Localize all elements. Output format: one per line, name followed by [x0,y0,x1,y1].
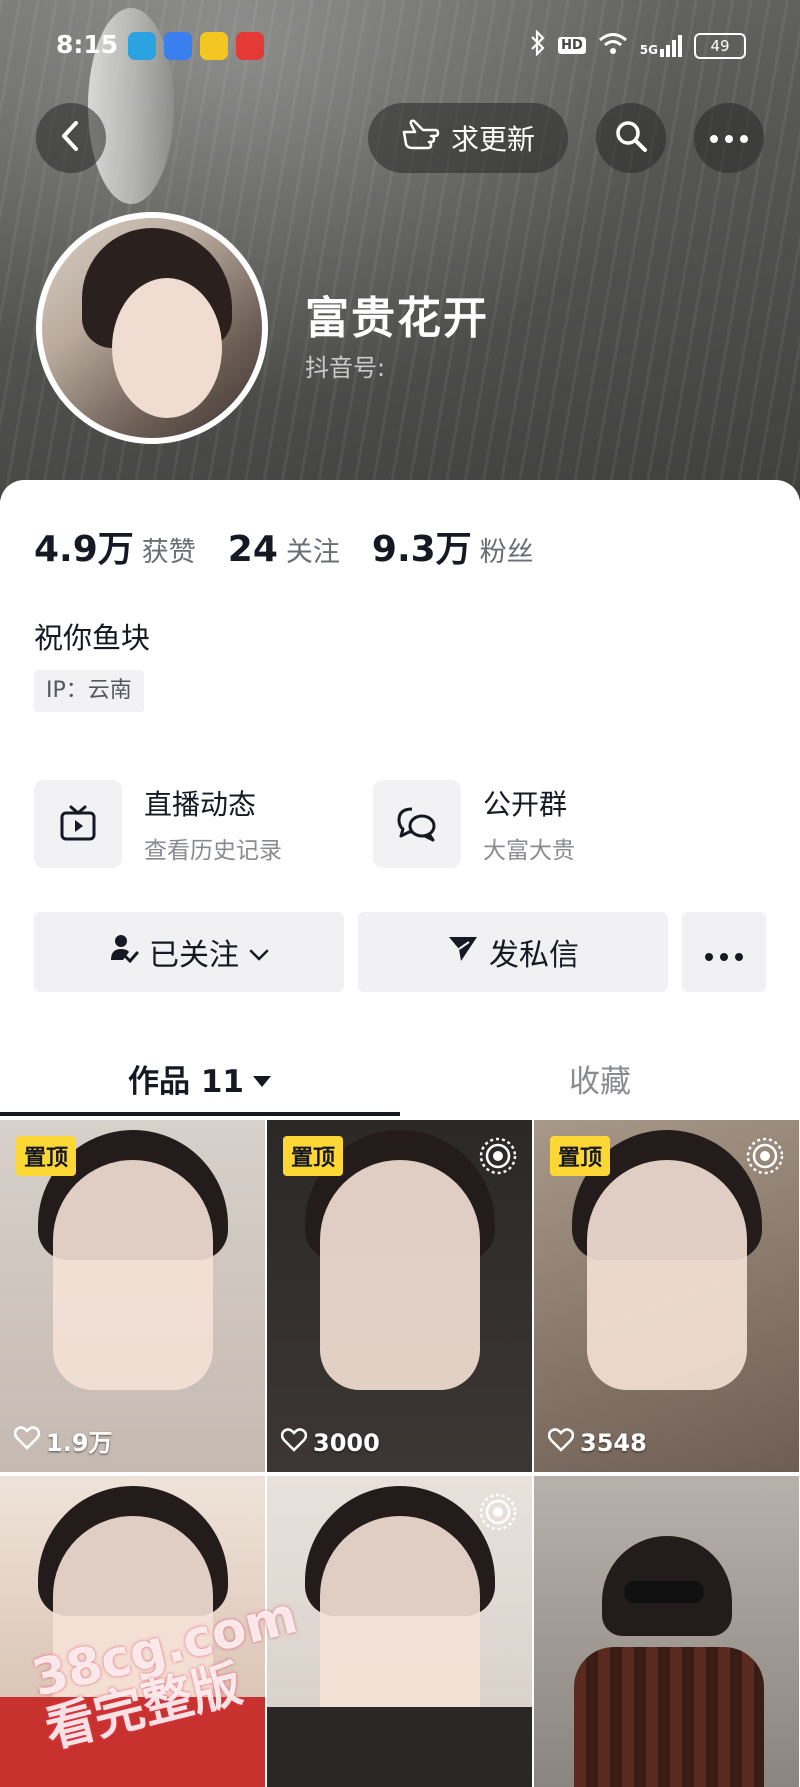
video-likes: 3548 [547,1428,647,1458]
profile-nickname: 富贵花开 [305,293,489,344]
status-bar: 8:15 HD 5G 49 [0,0,800,92]
patterned-sweater-shape [574,1647,764,1787]
video-tile[interactable] [534,1476,799,1787]
request-update-label: 求更新 [450,123,535,156]
video-likes: 1.9万 [13,1423,113,1458]
user-check-icon [109,933,139,971]
thumbnail-face-shape [319,1160,480,1390]
wifi-icon [598,31,628,60]
tab-works[interactable]: 作品 11 [0,1040,400,1116]
feature-group-text: 公开群 大富大贵 [483,783,575,865]
tv-icon [34,780,122,868]
feature-live-text: 直播动态 查看历史记录 [144,783,282,865]
send-message-label: 发私信 [489,938,579,973]
ip-location-tag: IP：云南 [34,670,144,712]
dark-sweater-shape [267,1707,532,1787]
pinned-badge: 置顶 [16,1136,77,1176]
content-tabs: 作品 11 收藏 [0,1040,800,1120]
avatar[interactable] [36,212,268,444]
heart-outline-icon [547,1428,575,1458]
bluetooth-icon [530,29,546,61]
feature-live-title: 直播动态 [144,788,257,821]
tab-favorites-label: 收藏 [569,1063,631,1100]
feature-group-title: 公开群 [483,788,568,821]
video-likes-count: 3548 [580,1429,647,1457]
more-actions-button[interactable] [682,912,766,992]
feature-group-subtitle: 大富大贵 [483,838,575,864]
live-photo-icon [478,1136,518,1176]
caret-down-icon [252,1060,272,1096]
blue-app-icon [164,32,192,60]
heart-outline-icon [280,1428,308,1458]
stat-following-label: 关注 [285,537,340,568]
stat-following-value: 24 [227,529,278,570]
live-photo-icon [478,1492,518,1532]
status-indicators: HD 5G 49 [530,29,746,61]
video-likes-count: 1.9万 [46,1429,113,1457]
sunglasses-shape [624,1581,704,1603]
profile-page: 8:15 HD 5G 49 求更新 富贵花开 抖音号: 4.9万 获赞 24 关… [0,0,800,1787]
pinned-badge: 置顶 [283,1136,344,1176]
more-dots-icon [704,935,744,970]
thumbnail-face-shape [52,1160,213,1390]
chat-group-icon [373,780,461,868]
video-tile[interactable]: 置顶 3000 [267,1120,532,1472]
video-likes-count: 3000 [313,1429,380,1457]
following-button[interactable]: 已关注 [34,912,344,992]
yellow-app-icon [200,32,228,60]
live-photo-icon [745,1136,785,1176]
search-icon [614,119,648,157]
following-label: 已关注 [149,938,239,973]
stat-likes-value: 4.9万 [34,529,134,570]
battery-indicator: 49 [694,32,746,59]
stat-following[interactable]: 24 关注 [228,529,340,570]
thumbnail-face-shape [586,1160,747,1390]
video-tile[interactable]: 置顶 1.9万 [0,1120,265,1472]
feature-live-subtitle: 查看历史记录 [144,838,282,864]
stat-followers-label: 粉丝 [479,537,534,568]
pinned-badge: 置顶 [550,1136,611,1176]
signal-icon: 5G [639,34,682,57]
heart-outline-icon [13,1425,41,1456]
hand-pointing-icon [401,118,441,159]
profile-stats: 4.9万 获赞 24 关注 9.3万 粉丝 [34,520,534,572]
stat-likes-label: 获赞 [141,537,196,568]
stat-likes[interactable]: 4.9万 获赞 [34,520,196,572]
telegram-icon [128,32,156,60]
hd-badge: HD [558,37,586,54]
back-button[interactable] [36,103,106,173]
more-options-button[interactable] [694,103,764,173]
send-paper-plane-icon [447,933,479,971]
status-time: 8:15 [56,30,119,59]
stat-followers[interactable]: 9.3万 粉丝 [372,520,534,572]
avatar-face-shape [112,278,222,418]
feature-public-group[interactable]: 公开群 大富大贵 [373,780,575,868]
tab-favorites[interactable]: 收藏 [400,1040,800,1116]
video-tile[interactable]: 置顶 3548 [534,1120,799,1472]
video-likes: 3000 [280,1428,380,1458]
request-update-button[interactable]: 求更新 [368,103,568,173]
douyin-id-label: 抖音号: [305,354,386,382]
feature-live-history[interactable]: 直播动态 查看历史记录 [34,780,282,868]
chevron-down-icon [249,935,269,970]
profile-bio: 祝你鱼块 [34,621,151,655]
red-app-icon [236,32,264,60]
network-type: 5G [639,42,658,57]
send-message-button[interactable]: 发私信 [358,912,668,992]
active-tab-indicator [0,1112,400,1116]
search-button[interactable] [596,103,666,173]
video-tile[interactable] [267,1476,532,1787]
profile-info-card: 4.9万 获赞 24 关注 9.3万 粉丝 祝你鱼块 IP：云南 直播动态 查看… [0,480,800,1120]
avatar-image [42,218,262,438]
tab-works-label: 作品 11 [128,1063,244,1100]
more-dots-icon [709,129,749,148]
stat-followers-value: 9.3万 [371,529,472,570]
chevron-left-icon [59,120,83,156]
